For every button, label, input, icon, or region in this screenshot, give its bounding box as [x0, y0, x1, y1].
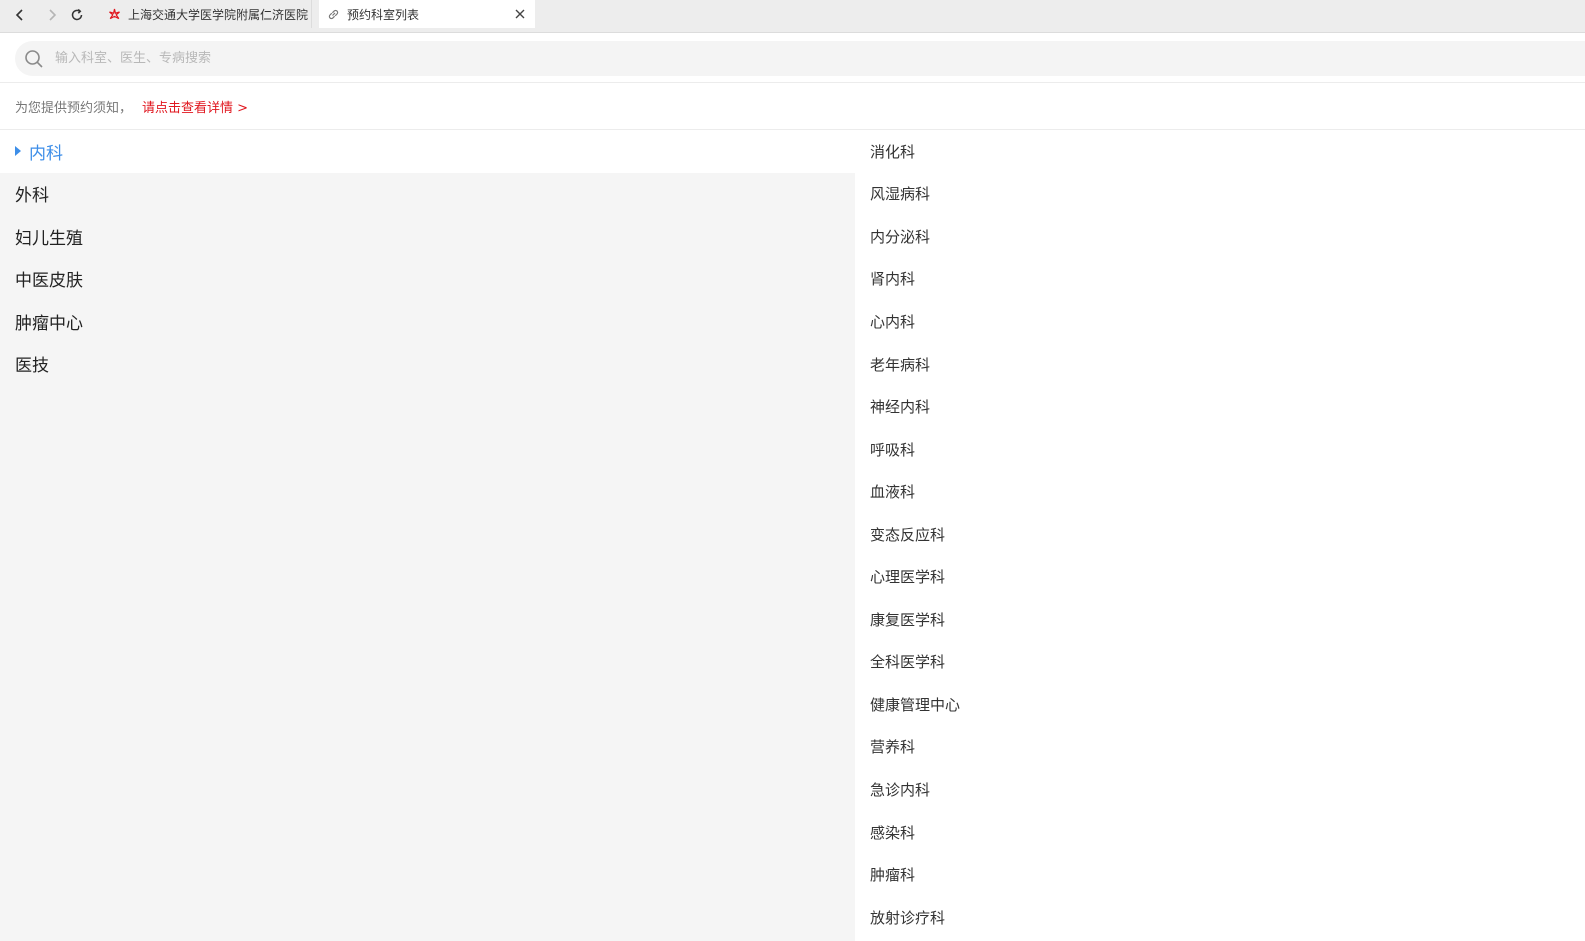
category-label: 妇儿生殖 — [15, 228, 83, 249]
department-item[interactable]: 健康管理中心 — [855, 683, 1585, 726]
category-surgery[interactable]: 外科 — [0, 173, 855, 216]
category-oncology-center[interactable]: 肿瘤中心 — [0, 300, 855, 343]
tab-hospital-home[interactable]: 上海交通大学医学院附属仁济医院 — [100, 0, 312, 28]
category-tcm-dermatology[interactable]: 中医皮肤 — [0, 258, 855, 301]
department-item[interactable]: 放射诊疗科 — [855, 896, 1585, 939]
department-item[interactable]: 肾内科 — [855, 258, 1585, 301]
department-item[interactable]: 心内科 — [855, 300, 1585, 343]
department-item[interactable]: 风湿病科 — [855, 173, 1585, 216]
caret-right-icon — [15, 146, 21, 157]
department-item[interactable]: 肿瘤科 — [855, 853, 1585, 896]
tab-department-list[interactable]: 预约科室列表 — [319, 0, 535, 28]
category-medical-technology[interactable]: 医技 — [0, 343, 855, 386]
notice-text: 为您提供预约须知， — [15, 101, 133, 116]
chevron-left-icon — [15, 9, 23, 21]
search-icon — [25, 49, 43, 68]
category-internal-medicine[interactable]: 内科 — [0, 130, 855, 173]
category-label: 内科 — [29, 143, 63, 164]
department-item[interactable]: 感染科 — [855, 811, 1585, 854]
search-input[interactable] — [55, 43, 655, 74]
close-icon[interactable] — [513, 7, 527, 21]
department-item[interactable]: 神经内科 — [855, 385, 1585, 428]
category-label: 外科 — [15, 186, 49, 207]
department-list: 消化科 风湿病科 内分泌科 肾内科 心内科 老年病科 神经内科 呼吸科 血液科 … — [855, 130, 1585, 941]
reload-button[interactable] — [66, 4, 88, 26]
department-item[interactable]: 血液科 — [855, 470, 1585, 513]
department-item[interactable]: 营养科 — [855, 726, 1585, 769]
hospital-logo-icon — [109, 8, 120, 19]
department-item[interactable]: 康复医学科 — [855, 598, 1585, 641]
department-item[interactable]: 老年病科 — [855, 343, 1585, 386]
department-item[interactable]: 呼吸科 — [855, 428, 1585, 471]
department-item[interactable]: 全科医学科 — [855, 641, 1585, 684]
category-label: 肿瘤中心 — [15, 313, 83, 334]
category-label: 医技 — [15, 356, 49, 377]
divider — [0, 82, 1585, 83]
notice-details-link[interactable]: 请点击查看详情 > — [142, 101, 248, 116]
category-label: 中医皮肤 — [15, 271, 83, 292]
reload-icon — [71, 8, 83, 21]
browser-toolbar: 上海交通大学医学院附属仁济医院 预约科室列表 — [0, 0, 1585, 33]
department-item[interactable]: 心理医学科 — [855, 555, 1585, 598]
department-item[interactable]: 内分泌科 — [855, 215, 1585, 258]
appointment-notice: 为您提供预约须知， 请点击查看详情 > — [15, 97, 248, 116]
link-icon — [328, 9, 339, 19]
search-bar[interactable] — [15, 41, 1585, 76]
forward-button[interactable] — [41, 4, 63, 26]
back-button[interactable] — [9, 4, 31, 26]
chevron-right-icon — [49, 9, 57, 21]
tab-label: 上海交通大学医学院附属仁济医院 — [128, 7, 309, 22]
category-obgyn-pediatrics[interactable]: 妇儿生殖 — [0, 215, 855, 258]
department-item[interactable]: 急诊内科 — [855, 768, 1585, 811]
department-item[interactable]: 消化科 — [855, 130, 1585, 173]
tab-label: 预约科室列表 — [347, 7, 420, 22]
category-sidebar: 内科 外科 妇儿生殖 中医皮肤 肿瘤中心 医技 — [0, 130, 855, 941]
department-item[interactable]: 变态反应科 — [855, 513, 1585, 556]
